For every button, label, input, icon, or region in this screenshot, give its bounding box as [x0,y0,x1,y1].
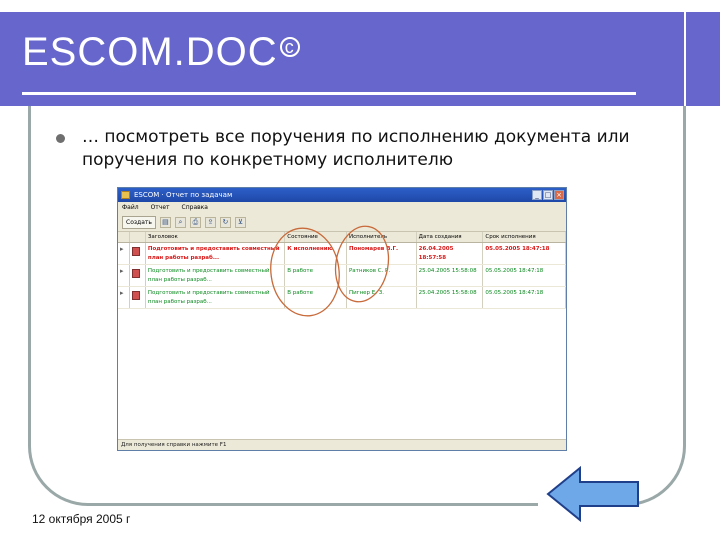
cell-state: В работе [285,265,347,286]
cell-created: 26.04.2005 18:57:58 [417,243,484,264]
bullet-dot [56,134,65,143]
task-icon [130,243,146,264]
print-icon[interactable]: ⎙ [189,217,201,228]
col-title[interactable]: Заголовок [146,232,286,242]
footer-date: 12 октября 2005 г [32,512,131,526]
col-state[interactable]: Состояние [285,232,347,242]
close-icon[interactable]: × [554,190,564,200]
table-row[interactable]: ▸ Подготовить и предоставить совместный … [118,287,566,309]
back-arrow-button[interactable] [546,464,642,524]
task-icon [130,265,146,286]
toolbar: Создать ▤ ⌕ ⎙ ⇪ ↻ ⊻ [118,214,566,232]
copyright-mark: c [279,37,300,57]
col-expand [118,232,130,242]
slide-title-text: ESCOM.DOC [22,30,278,74]
app-window: ESCOM · Отчет по задачам _ □ × Файл Отче… [117,187,567,451]
export-icon[interactable]: ⇪ [204,217,216,228]
title-underline [22,92,636,95]
window-titlebar: ESCOM · Отчет по задачам _ □ × [118,188,566,202]
cell-created: 25.04.2005 15:58:08 [417,265,484,286]
cell-title: Подготовить и предоставить совместный пл… [146,243,286,264]
expand-icon[interactable]: ▸ [118,265,130,286]
refresh-icon[interactable]: ↻ [219,217,231,228]
title-band-cap [684,12,720,106]
menu-help[interactable]: Справка [182,202,208,214]
col-created[interactable]: Дата создания [417,232,484,242]
expand-icon[interactable]: ▸ [118,243,130,264]
status-bar: Для получения справки нажмите F1 [118,439,566,450]
menu-report[interactable]: Отчет [151,202,170,214]
cell-created: 25.04.2005 15:58:08 [417,287,484,308]
open-icon[interactable]: ▤ [159,217,171,228]
grid-header: Заголовок Состояние Исполнитель Дата соз… [118,232,566,243]
app-icon [121,191,130,199]
col-icon [130,232,146,242]
menu-file[interactable]: Файл [122,202,139,214]
col-due[interactable]: Срок исполнения [483,232,566,242]
cell-title: Подготовить и предоставить совместный пл… [146,265,286,286]
col-executor[interactable]: Исполнитель [347,232,417,242]
filter-icon[interactable]: ⊻ [234,217,246,228]
frame-bottom-border [90,503,538,506]
window-controls: _ □ × [532,190,564,200]
maximize-icon[interactable]: □ [543,190,553,200]
expand-icon[interactable]: ▸ [118,287,130,308]
cell-executor: Пономарев В.Г. [347,243,417,264]
task-icon [130,287,146,308]
cell-executor: Ратников С. Р. [347,265,417,286]
create-button[interactable]: Создать [122,216,156,229]
table-row[interactable]: ▸ Подготовить и предоставить совместный … [118,243,566,265]
table-row[interactable]: ▸ Подготовить и предоставить совместный … [118,265,566,287]
cell-due: 05.05.2005 18:47:18 [483,287,566,308]
minimize-icon[interactable]: _ [532,190,542,200]
menubar: Файл Отчет Справка [118,202,566,214]
cell-executor: Пигнер Е. З. [347,287,417,308]
window-title: ESCOM · Отчет по задачам [134,191,233,199]
cell-state: В работе [285,287,347,308]
cell-due: 05.05.2005 18:47:18 [483,243,566,264]
search-icon[interactable]: ⌕ [174,217,186,228]
slide-title: ESCOM.DOC c [22,30,300,75]
cell-state: К исполнению [285,243,347,264]
cell-due: 05.05.2005 18:47:18 [483,265,566,286]
cell-title: Подготовить и предоставить совместный пл… [146,287,286,308]
bullet-text: … посмотреть все поручения по исполнению… [82,127,630,170]
